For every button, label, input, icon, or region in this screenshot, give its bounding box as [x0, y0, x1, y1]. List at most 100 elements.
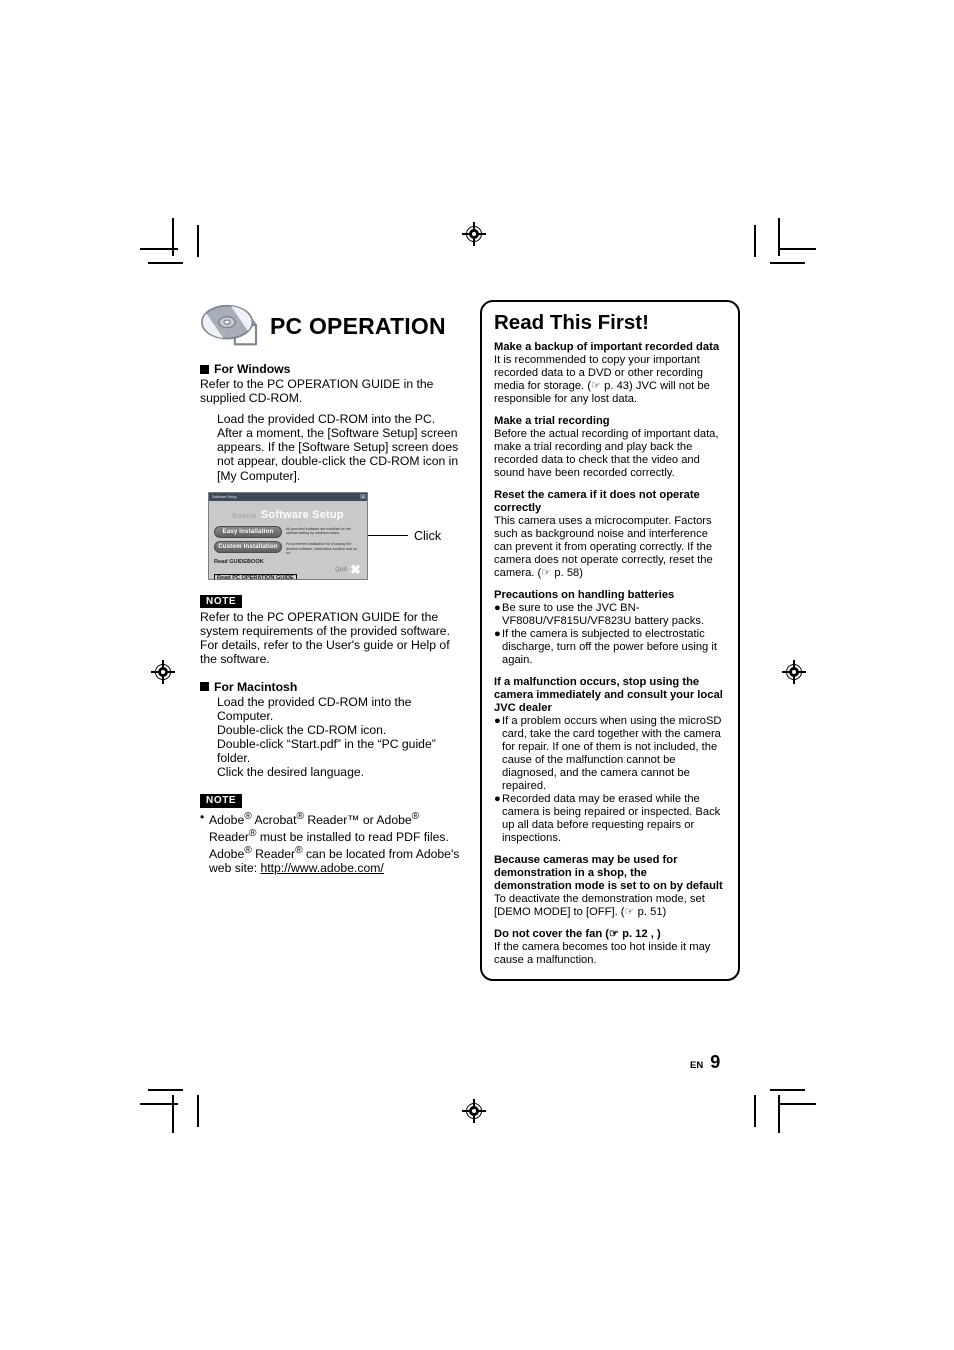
section-malfunction-bullet-2: ● Recorded data may be erased while the … [494, 793, 727, 845]
section-batteries-heading: Precautions on handling batteries [494, 588, 675, 601]
read-pc-operation-guide-link[interactable]: Read PC OPERATION GUIDE [214, 573, 297, 579]
easy-installation-description: All provided software are installed on t… [286, 526, 351, 536]
crop-mark-top-left-v2 [197, 225, 199, 257]
section-batteries-bullet-1: ● Be sure to use the JVC BN-VF808U/VF815… [494, 602, 727, 628]
screenshot-brand: Everio Software Setup [214, 505, 362, 523]
note-mac-t1: Adobe [209, 812, 245, 827]
mac-step-2: Double-click the CD-ROM icon. [217, 722, 387, 737]
mac-step-4: Click the desired language. [217, 765, 365, 779]
section-trial-recording-heading: Make a trial recording [494, 414, 610, 427]
note-badge-macintosh: NOTE [200, 794, 243, 808]
for-macintosh-heading: For Macintosh [200, 680, 462, 694]
section-malfunction: If a malfunction occurs, stop using the … [494, 676, 727, 845]
bullet-glyph: ● [494, 627, 501, 640]
pc-operation-header: PC OPERATION [200, 300, 462, 352]
note-mac-bullet-row: • Adobe® Acrobat® Reader™ or Adobe® Read… [200, 810, 462, 876]
section-malfunction-heading: If a malfunction occurs, stop using the … [494, 675, 723, 714]
section-batteries-bullet-2-text: If the camera is subjected to electrosta… [502, 627, 717, 666]
section-fan: Do not cover the fan (☞ p. 12 , ) If the… [494, 928, 727, 967]
screenshot-brand-title: Software Setup [260, 508, 344, 521]
section-reset-camera-body: This camera uses a microcomputer. Factor… [494, 514, 713, 579]
section-demo-mode-heading: Because cameras may be used for demonstr… [494, 853, 723, 892]
callout-leader-line [368, 534, 408, 537]
close-x-icon[interactable]: ✖ [349, 563, 362, 577]
section-trial-recording-body: Before the actual recording of important… [494, 427, 719, 479]
section-backup: Make a backup of important recorded data… [494, 341, 727, 406]
footer-locale: EN [690, 1060, 704, 1071]
windows-intro-text: Refer to the PC OPERATION GUIDE in the s… [200, 377, 434, 406]
crop-mark-bottom-right-v [778, 1095, 780, 1133]
screenshot-brand-everio: Everio [232, 510, 257, 520]
note-mac-r5: ® [244, 844, 252, 856]
crop-mark-bottom-left-v [172, 1095, 174, 1133]
section-batteries: Precautions on handling batteries ● Be s… [494, 589, 727, 667]
screenshot-option-easy: Easy Installation All provided software … [214, 525, 362, 538]
screenshot-titlebar-label: Software Setup [212, 494, 237, 499]
screenshot-option-custom: Custom Installation For preferred instal… [214, 541, 362, 555]
registration-mark-left [151, 660, 175, 684]
square-bullet-icon [200, 364, 209, 374]
crop-mark-top-right-v2 [754, 225, 756, 257]
software-setup-screenshot-row: Software Setup x Everio Software Setup E… [208, 491, 462, 580]
for-macintosh-label: For Macintosh [214, 679, 298, 694]
bullet-glyph: ● [494, 601, 501, 614]
quit-label: Quit [335, 567, 347, 574]
for-windows-label: For Windows [214, 362, 291, 376]
quit-control[interactable]: Quit ✖ [335, 563, 362, 577]
section-demo-mode-body: To deactivate the demonstration mode, se… [494, 892, 705, 918]
note-mac-r3: ® [411, 810, 420, 822]
note-mac-t6: Reader [251, 846, 296, 861]
crop-mark-bottom-right-h2 [770, 1089, 805, 1091]
crop-mark-top-left-v [172, 218, 174, 256]
section-reset-camera: Reset the camera if it does not operate … [494, 489, 727, 580]
note-mac-r6: ® [295, 844, 303, 856]
crop-mark-bottom-left-h2 [148, 1089, 183, 1091]
easy-installation-button[interactable]: Easy Installation [214, 525, 282, 538]
crop-mark-bottom-right-h [778, 1103, 816, 1105]
crop-mark-bottom-left-v2 [197, 1095, 199, 1127]
bullet-glyph: ● [494, 792, 501, 805]
right-column: Read This First! Make a backup of import… [480, 300, 740, 981]
left-column: PC OPERATION For Windows Refer to the PC… [200, 300, 462, 875]
section-batteries-bullet-1-text: Be sure to use the JVC BN-VF808U/VF815U/… [502, 601, 705, 627]
note-mac-t2: Acrobat [251, 812, 297, 827]
section-batteries-bullet-2: ● If the camera is subjected to electros… [494, 628, 727, 667]
section-trial-recording: Make a trial recording Before the actual… [494, 415, 727, 480]
page-title: PC OPERATION [270, 312, 446, 339]
bullet-glyph: • [200, 809, 205, 824]
bullet-glyph: ● [494, 714, 501, 727]
custom-installation-description: For preferred installation by choosing t… [286, 542, 357, 555]
section-reset-camera-heading: Reset the camera if it does not operate … [494, 488, 700, 514]
note-badge-windows: NOTE [200, 594, 243, 609]
registration-mark-right [782, 660, 806, 684]
note-mac-t3: Reader™ or Adobe [303, 812, 412, 827]
screenshot-close-icon[interactable]: x [360, 493, 366, 500]
custom-installation-button[interactable]: Custom Installation [214, 541, 282, 554]
note-mac-text: Adobe® Acrobat® Reader™ or Adobe® Reader… [209, 810, 462, 876]
section-backup-body: It is recommended to copy your important… [494, 353, 710, 405]
crop-mark-top-left-h [140, 248, 178, 250]
mac-step-1: Load the provided CD-ROM into the Comput… [217, 694, 412, 723]
software-setup-screenshot: Software Setup x Everio Software Setup E… [208, 491, 368, 580]
registration-mark-bottom [462, 1099, 486, 1123]
page-content: PC OPERATION For Windows Refer to the PC… [200, 300, 745, 981]
crop-mark-top-left-h2 [148, 262, 183, 264]
crop-mark-bottom-right-v2 [754, 1095, 756, 1127]
square-bullet-icon [200, 682, 209, 692]
crop-mark-top-right-h2 [770, 262, 805, 264]
crop-mark-top-right-v [778, 218, 780, 256]
section-fan-body: If the camera becomes too hot inside it … [494, 940, 711, 966]
for-windows-heading: For Windows [200, 362, 462, 376]
mac-step-3: Double-click “Start.pdf” in the “PC guid… [217, 736, 436, 765]
section-demo-mode: Because cameras may be used for demonstr… [494, 854, 727, 919]
read-this-first-box: Read This First! Make a backup of import… [480, 300, 740, 981]
section-malfunction-bullet-2-text: Recorded data may be erased while the ca… [502, 792, 721, 844]
section-backup-heading: Make a backup of important recorded data [494, 340, 720, 353]
section-malfunction-bullet-1-text: If a problem occurs when using the micro… [502, 714, 722, 792]
note-windows-text: Refer to the PC OPERATION GUIDE for the … [200, 610, 450, 667]
adobe-website-link[interactable]: http://www.adobe.com/ [260, 861, 383, 875]
registration-mark-top [462, 222, 486, 246]
cd-rom-icon [201, 304, 258, 346]
section-malfunction-bullet-1: ● If a problem occurs when using the mic… [494, 715, 727, 793]
note-mac-t4: Reader [209, 829, 249, 844]
